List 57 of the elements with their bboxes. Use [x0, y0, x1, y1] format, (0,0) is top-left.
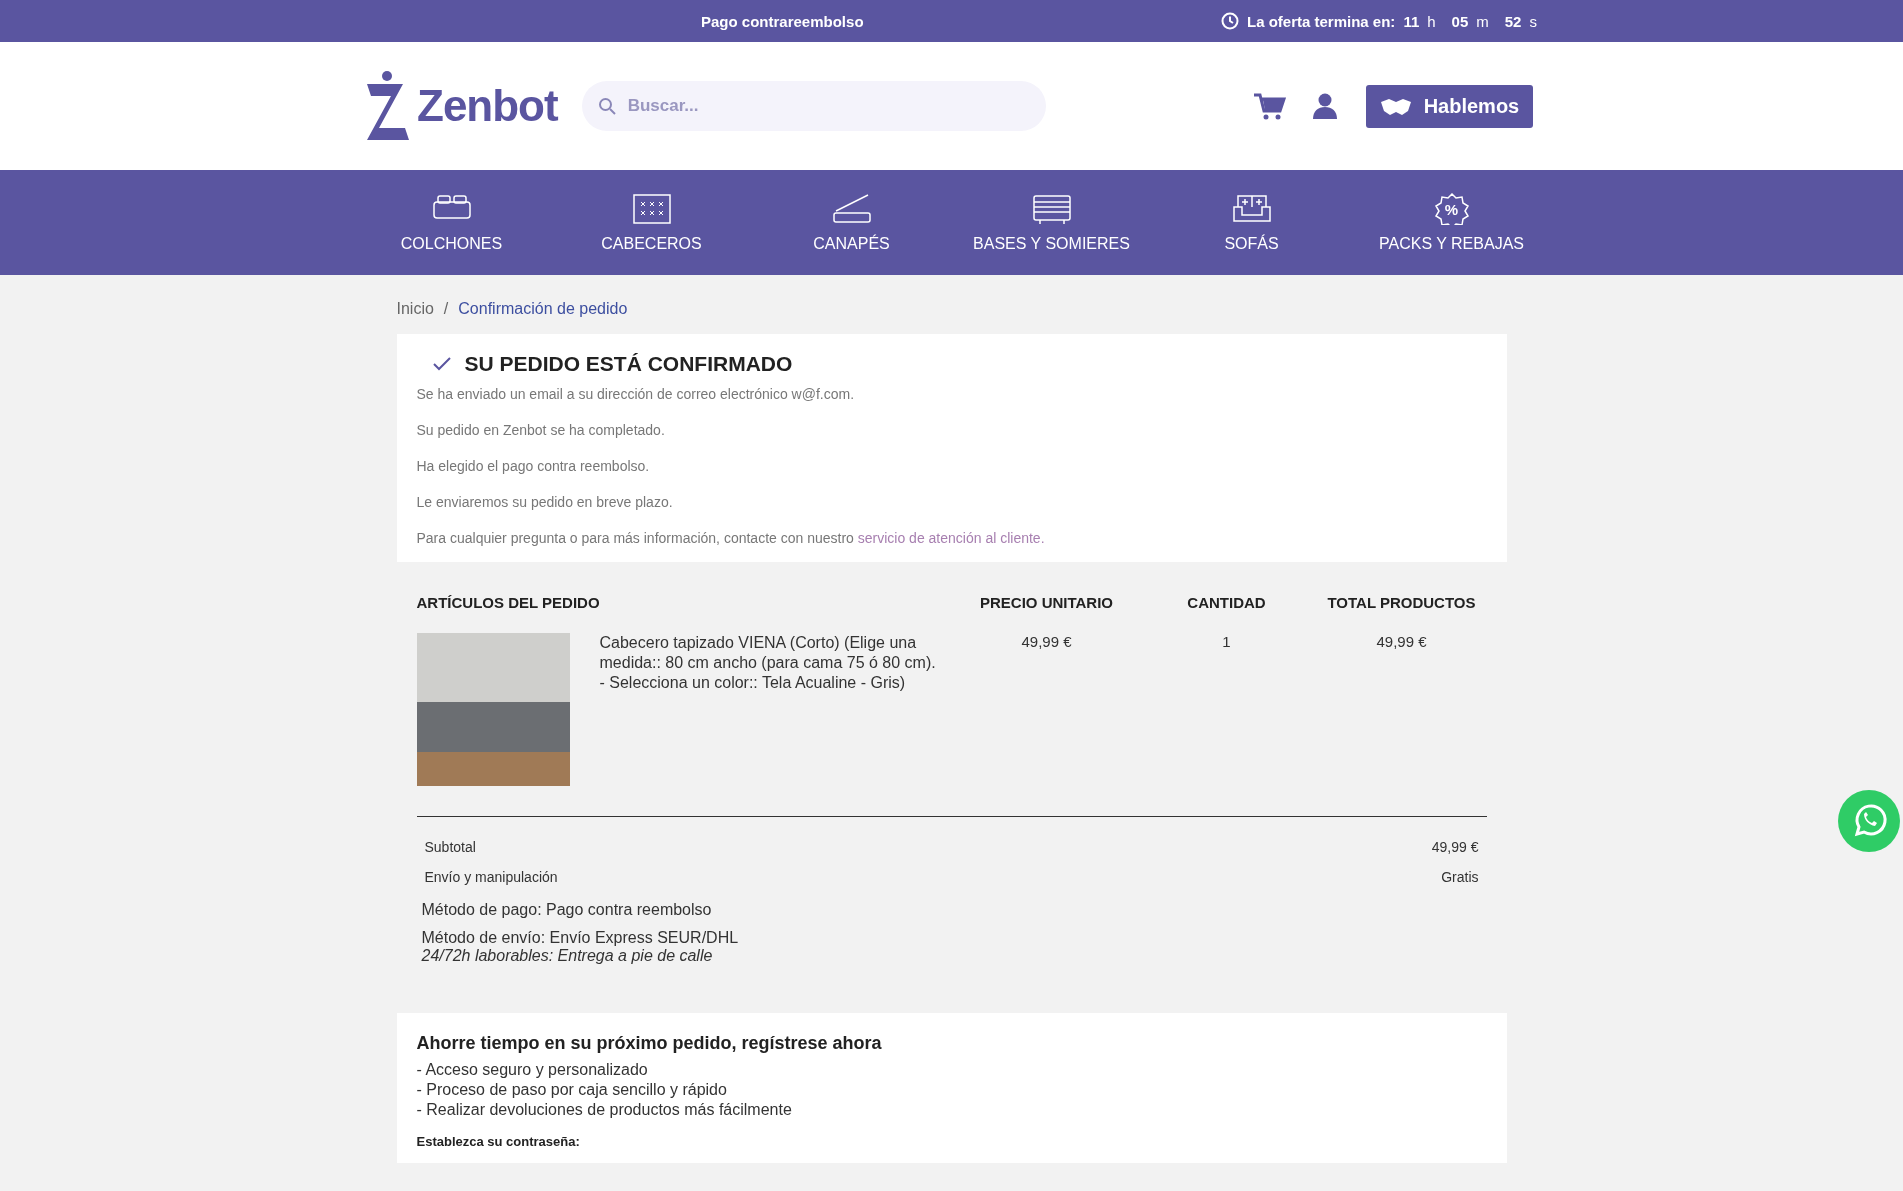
- totals-label: Subtotal: [424, 839, 476, 855]
- headboard-icon: [631, 192, 672, 225]
- totals-label: Envío y manipulación: [424, 869, 558, 885]
- confirmation-title: SU PEDIDO ESTÁ CONFIRMADO: [464, 352, 793, 376]
- offer-label: La oferta termina en:: [1247, 12, 1396, 30]
- logo-text[interactable]: Zenbot: [417, 81, 558, 131]
- nav-item[interactable]: SOFÁS: [1151, 170, 1352, 275]
- percent-sign: %: [1444, 201, 1459, 218]
- totals-value: 49,99 €: [1431, 839, 1479, 855]
- countdown-unit: s: [1529, 12, 1537, 30]
- user-icon: [1311, 92, 1338, 120]
- shipping-method: Método de envío: Envío Express SEUR/DHL: [421, 929, 740, 947]
- column-header: ARTÍCULOS DEL PEDIDO: [416, 594, 601, 611]
- quantity: 1: [1221, 633, 1232, 652]
- confirmation-text: Su pedido en Zenbot se ha completado.: [416, 422, 666, 438]
- column-header: CANTIDAD: [1186, 594, 1267, 611]
- product-name: Cabecero tapizado VIENA (Corto) (Elige una medida:: 80 cm ancho (para cama 75 ó 80 cm). - Selecciona un color:: Tela Acualine - Gris): [599, 633, 937, 693]
- unit-price: 49,99 €: [1020, 633, 1073, 652]
- confirmation-text: Ha elegido el pago contra reembolso.: [416, 458, 651, 474]
- countdown-value: 11: [1403, 12, 1420, 30]
- breadcrumb-link[interactable]: Confirmación de pedido: [458, 300, 628, 318]
- product-total: 49,99 €: [1375, 633, 1428, 652]
- countdown-unit: m: [1476, 12, 1489, 30]
- register-title: Ahorre tiempo en su próximo pedido, regístrese ahora: [416, 1033, 883, 1054]
- clock-icon: [1221, 12, 1239, 30]
- column-header: TOTAL PRODUCTOS: [1326, 594, 1477, 611]
- nav-item[interactable]: COLCHONES: [351, 170, 552, 275]
- payment-method: Método de pago: Pago contra reembolso: [421, 901, 713, 919]
- benefit-text: - Acceso seguro y personalizado: [416, 1060, 649, 1080]
- countdown-unit: h: [1427, 12, 1436, 30]
- slatted-base-icon: [1031, 192, 1072, 225]
- contact-button[interactable]: Hablemos: [1365, 84, 1534, 128]
- column-header: PRECIO UNITARIO: [978, 594, 1115, 611]
- breadcrumb-separator: /: [443, 300, 449, 318]
- shipping-note: 24/72h laborables: Entrega a pie de calle: [421, 947, 714, 965]
- nav-item[interactable]: BASES Y SOMIERES: [951, 170, 1152, 275]
- countdown-value: 05: [1451, 12, 1469, 30]
- check-icon: [432, 357, 451, 371]
- confirmation-text: Le enviaremos su pedido en breve plazo.: [416, 494, 674, 510]
- password-label: Establezca su contraseña:: [416, 1134, 581, 1149]
- bed-base-icon: [831, 192, 872, 225]
- customer-service-link[interactable]: servicio de atención al cliente.: [857, 530, 1045, 546]
- contact-text: Para cualquier pregunta o para más información, contacte con nuestro servicio de atención al cliente.: [416, 530, 1046, 546]
- benefit-text: - Proceso de paso por caja sencillo y rápido: [416, 1080, 728, 1100]
- sofa-icon: [1231, 192, 1272, 225]
- countdown-value: 52: [1504, 12, 1522, 30]
- promo-text: Pago contrareembolso: [701, 12, 865, 30]
- cart-icon: [1251, 91, 1286, 121]
- search-field[interactable]: Buscar...: [581, 81, 1046, 131]
- confirmation-text: Se ha enviado un email a su dirección de correo electrónico w@f.com.: [416, 386, 856, 402]
- totals-value: Gratis: [1441, 869, 1479, 885]
- breadcrumb-link[interactable]: Inicio: [396, 300, 434, 318]
- whatsapp-icon: [1838, 790, 1900, 852]
- nav-item[interactable]: CANAPÉS: [751, 170, 952, 275]
- nav-item[interactable]: CABECEROS: [551, 170, 752, 275]
- nav-item[interactable]: % PACKS Y REBAJAS: [1351, 170, 1552, 275]
- benefit-text: - Realizar devoluciones de productos más fácilmente: [416, 1100, 793, 1120]
